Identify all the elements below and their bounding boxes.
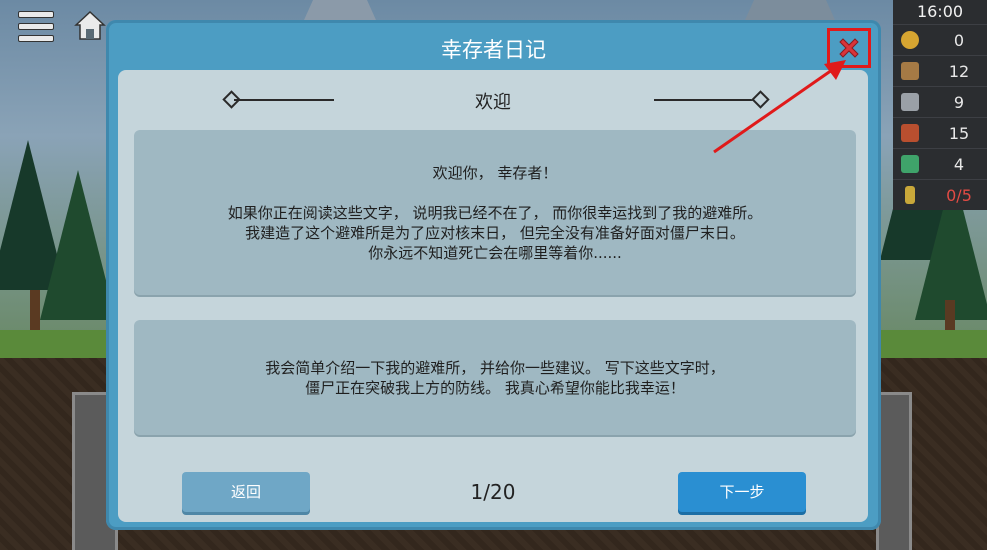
diary-entry-card: 欢迎你， 幸存者！ 如果你正在阅读这些文字， 说明我已经不在了， 而你很幸运找到… (134, 130, 856, 295)
resource-value: 12 (948, 61, 970, 81)
resource-circuits: 4 (893, 148, 987, 179)
game-clock: 16:00 (893, 0, 987, 24)
entry-line: 如果你正在阅读这些文字， 说明我已经不在了， 而你很幸运找到了我的避难所。 (227, 203, 763, 222)
resource-coins: 0 (893, 24, 987, 55)
entry-line: 我建造了这个避难所是为了应对核末日， 但完全没有准备好面对僵尸末日。 (245, 223, 745, 242)
coin-icon (901, 31, 919, 49)
book-icon (901, 124, 919, 142)
greeting-text: 欢迎你， 幸存者！ (432, 163, 558, 182)
entry-line: 你永远不知道死亡会在哪里等着你...... (368, 243, 622, 262)
tree (40, 170, 116, 320)
diary-entry-card: 我会简单介绍一下我的避难所， 并给你一些建议。 写下这些文字时， 僵尸正在突破我… (134, 320, 856, 435)
resource-value: 0 (953, 30, 965, 50)
survivor-diary-dialog: 幸存者日记 欢迎 欢迎你， 幸存者！ 如果你正在阅读这些文字， 说明我已经不在了… (106, 20, 881, 530)
circuit-board-icon (901, 155, 919, 173)
wood-plank-icon (901, 62, 919, 80)
resource-value: 15 (948, 123, 970, 143)
dialog-title: 幸存者日记 (441, 38, 546, 62)
metal-bar-icon (901, 93, 919, 111)
resource-books: 15 (893, 117, 987, 148)
resource-wood: 12 (893, 55, 987, 86)
home-icon[interactable] (73, 8, 107, 42)
resource-value: 0/5 (946, 185, 972, 205)
section-title: 欢迎 (475, 92, 511, 113)
dialog-content: 欢迎 欢迎你， 幸存者！ 如果你正在阅读这些文字， 说明我已经不在了， 而你很幸… (118, 70, 868, 522)
resource-value: 9 (953, 92, 965, 112)
hamburger-menu-icon[interactable] (18, 11, 54, 42)
close-button[interactable] (827, 28, 871, 68)
entry-line: 僵尸正在突破我上方的防线。 我真心希望你能比我幸运！ (305, 378, 685, 397)
resource-value: 4 (953, 154, 965, 174)
top-left-hud (18, 6, 106, 47)
next-button[interactable]: 下一步 (678, 472, 806, 512)
tree-trunk (30, 290, 40, 330)
bunker-wall (876, 392, 912, 550)
close-icon (839, 38, 859, 58)
resource-metal: 9 (893, 86, 987, 117)
resource-panel: 16:00 0 12 9 15 4 0/5 (893, 0, 987, 210)
entry-line: 我会简单介绍一下我的避难所， 并给你一些建议。 写下这些文字时， (265, 358, 725, 377)
resource-batteries: 0/5 (893, 179, 987, 210)
battery-icon (905, 186, 915, 204)
